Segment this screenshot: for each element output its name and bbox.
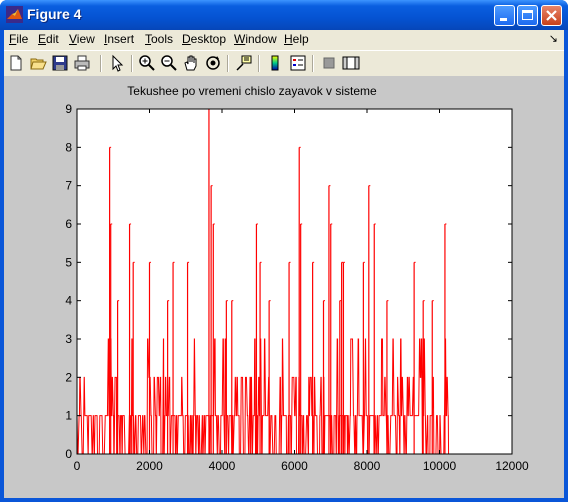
- menu-edit[interactable]: Edit: [38, 32, 59, 46]
- maximize-icon: [522, 10, 533, 20]
- plot-svg: Tekushee po vremeni chislo zayavok v sis…: [65, 84, 529, 473]
- window-title: Figure 4: [27, 6, 82, 22]
- maximize-button[interactable]: [517, 5, 538, 26]
- toolbar-separator: [312, 55, 314, 72]
- menu-window-label: indow: [245, 32, 277, 46]
- x-tick-label: 10000: [423, 459, 457, 473]
- menu-window-mnemonic: W: [234, 32, 246, 46]
- x-tick-label: 2000: [136, 459, 163, 473]
- menu-help[interactable]: Help: [284, 32, 309, 46]
- x-tick-label: 4000: [209, 459, 236, 473]
- open-file-icon[interactable]: [29, 54, 47, 72]
- menu-file[interactable]: File: [9, 32, 28, 46]
- figure-window: Figure 4 File Edit View Insert Tools Des…: [0, 0, 568, 502]
- toolbar-separator: [258, 55, 260, 72]
- chart-title: Tekushee po vremeni chislo zayavok v sis…: [127, 84, 377, 98]
- menu-desktop[interactable]: Desktop: [182, 32, 226, 46]
- menu-help-mnemonic: H: [284, 32, 293, 46]
- menu-window[interactable]: Window: [234, 32, 277, 46]
- rotate-3d-icon[interactable]: [204, 54, 222, 72]
- menu-desktop-mnemonic: D: [182, 32, 191, 46]
- pan-hand-icon[interactable]: [182, 54, 200, 72]
- data-cursor-icon[interactable]: [235, 54, 253, 72]
- zoom-in-icon[interactable]: [138, 54, 156, 72]
- y-tick-label: 9: [65, 102, 72, 116]
- menu-view-mnemonic: V: [69, 32, 77, 46]
- menubar-dock-arrow-icon[interactable]: ↘: [549, 32, 558, 45]
- y-tick-label: 5: [65, 255, 72, 269]
- close-icon: [546, 10, 557, 21]
- toolbar-separator: [131, 55, 133, 72]
- y-tick-label: 1: [65, 409, 72, 423]
- colorbar-icon[interactable]: [266, 54, 284, 72]
- hide-plot-tools-icon[interactable]: [320, 54, 338, 72]
- menu-file-label: ile: [16, 32, 29, 46]
- y-tick-label: 0: [65, 447, 72, 461]
- menu-insert-label: nsert: [107, 32, 135, 46]
- matlab-logo-icon: [6, 6, 23, 23]
- title-bar[interactable]: Figure 4: [0, 0, 568, 30]
- minimize-button[interactable]: [494, 5, 515, 26]
- menu-tools-label: ools: [151, 32, 174, 46]
- y-tick-label: 4: [65, 294, 72, 308]
- menu-view-label: iew: [76, 32, 95, 46]
- menu-desktop-label: esktop: [190, 32, 227, 46]
- y-tick-label: 8: [65, 140, 72, 154]
- toolbar-separator: [227, 55, 229, 72]
- y-tick-label: 3: [65, 332, 72, 346]
- menu-help-label: elp: [292, 32, 309, 46]
- window-client-area: File Edit View Insert Tools Desktop Wind…: [4, 30, 564, 498]
- figure-canvas[interactable]: Tekushee po vremeni chislo zayavok v sis…: [4, 76, 564, 498]
- figure-toolbar: [4, 50, 564, 77]
- x-tick-label: 8000: [354, 459, 381, 473]
- print-icon[interactable]: [73, 54, 91, 72]
- menu-view[interactable]: View: [69, 32, 95, 46]
- y-tick-label: 7: [65, 179, 72, 193]
- edit-plot-arrow-icon[interactable]: [108, 54, 126, 72]
- x-tick-label: 0: [74, 459, 81, 473]
- x-tick-label: 6000: [281, 459, 308, 473]
- legend-icon[interactable]: [289, 54, 307, 72]
- y-tick-label: 2: [65, 370, 72, 384]
- toolbar-separator: [100, 55, 102, 72]
- show-plot-tools-icon[interactable]: [342, 54, 360, 72]
- menu-bar: File Edit View Insert Tools Desktop Wind…: [4, 30, 564, 49]
- save-icon[interactable]: [51, 54, 69, 72]
- menu-edit-label: dit: [46, 32, 59, 46]
- menu-tools[interactable]: Tools: [145, 32, 173, 46]
- zoom-out-icon[interactable]: [160, 54, 178, 72]
- x-tick-label: 12000: [495, 459, 529, 473]
- close-button[interactable]: [541, 5, 562, 26]
- menu-insert[interactable]: Insert: [104, 32, 134, 46]
- menu-edit-mnemonic: E: [38, 32, 47, 46]
- new-figure-icon[interactable]: [7, 54, 25, 72]
- minimize-icon: [500, 18, 507, 21]
- y-tick-label: 6: [65, 217, 72, 231]
